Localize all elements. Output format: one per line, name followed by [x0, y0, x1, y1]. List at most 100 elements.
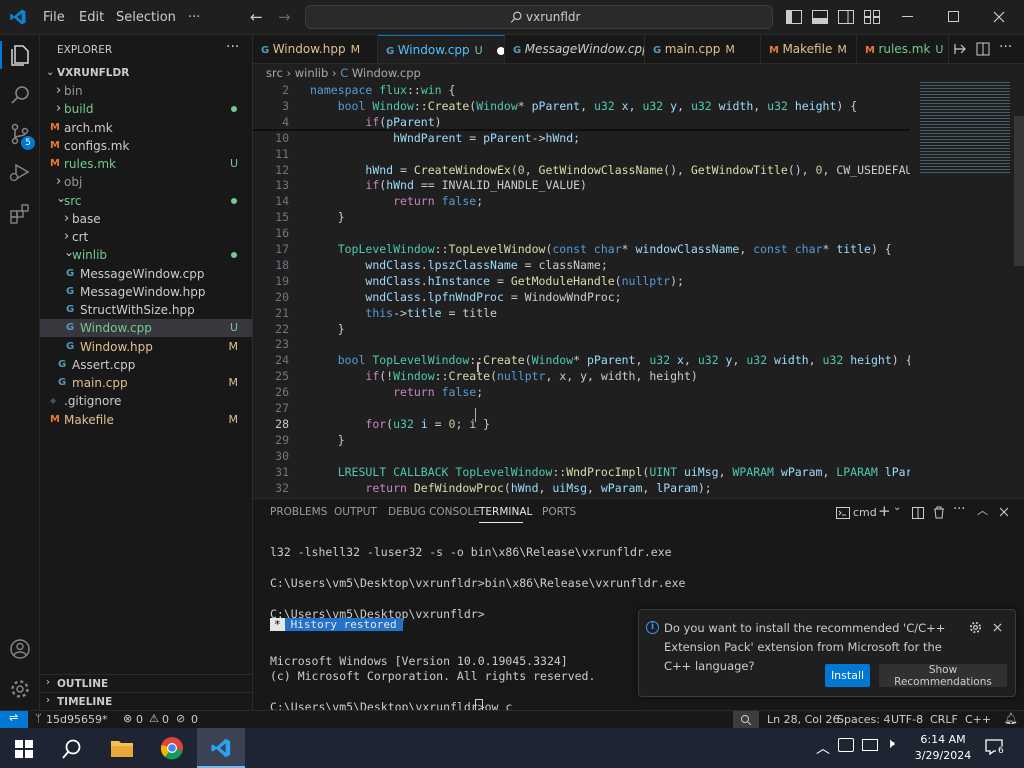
more-actions-icon[interactable]: ···	[226, 39, 239, 55]
run-debug-icon[interactable]	[9, 161, 31, 183]
code-area[interactable]: 2 namespace flux::win {3 bool Window::Cre…	[253, 82, 910, 498]
customize-layout-icon[interactable]	[864, 10, 880, 24]
toggle-secondary-sidebar-icon[interactable]	[838, 10, 854, 24]
trash-icon[interactable]	[933, 506, 945, 519]
panel-tab[interactable]: PROBLEMS	[270, 506, 327, 518]
scrollbar-thumb[interactable]	[1014, 116, 1024, 266]
menu-more[interactable]: ···	[188, 10, 200, 25]
tree-item[interactable]: G Window.hpp M	[40, 338, 252, 356]
command-center-search[interactable]: vxrunfldr	[305, 5, 773, 29]
shell-label[interactable]: cmd	[853, 506, 877, 519]
more-actions-icon[interactable]: ···	[999, 39, 1012, 55]
editor-tab[interactable]: M Makefile M	[761, 35, 857, 63]
tree-item[interactable]: M Makefile M	[40, 411, 252, 429]
close-icon[interactable]	[993, 623, 1002, 632]
menu-selection[interactable]: Selection	[116, 10, 176, 25]
file-explorer-icon[interactable]	[110, 738, 134, 758]
editor-tab[interactable]: G main.cpp M	[645, 35, 761, 63]
tree-item[interactable]: ⌄ src	[40, 191, 252, 210]
cursor-position[interactable]: Ln 28, Col 26	[767, 713, 840, 726]
workspace-root[interactable]: ⌄ VXRUNFLDR	[40, 64, 252, 82]
tree-item[interactable]: › base	[40, 210, 252, 228]
tree-item[interactable]: ◆ .gitignore	[40, 392, 252, 410]
line-ending[interactable]: CRLF	[930, 713, 958, 726]
close-icon[interactable]	[993, 11, 1005, 23]
remote-indicator[interactable]: ⇌	[0, 711, 28, 728]
gear-icon[interactable]	[969, 621, 982, 634]
language-mode[interactable]: C++	[965, 713, 991, 726]
minimap[interactable]	[910, 82, 1010, 498]
branch-label[interactable]: 15d95659*	[46, 713, 107, 726]
account-icon[interactable]	[9, 638, 31, 660]
warning-count[interactable]: 0	[162, 713, 169, 726]
bell-icon[interactable]: 🔔︎	[1004, 712, 1018, 725]
show-hidden-icons-icon[interactable]: ︿	[816, 738, 830, 758]
tree-item[interactable]: ⌄ winlib	[40, 245, 252, 264]
menu-file[interactable]: File	[43, 10, 65, 25]
back-arrow-icon[interactable]: ←	[250, 8, 263, 26]
panel-tab[interactable]: DEBUG CONSOLE	[388, 506, 480, 518]
editor-tab[interactable]: M rules.mk U	[857, 35, 949, 63]
tree-item[interactable]: G MessageWindow.cpp	[40, 265, 252, 283]
extensions-icon[interactable]	[9, 203, 31, 225]
settings-icon[interactable]	[9, 678, 31, 700]
ports-count[interactable]: 0	[191, 713, 198, 726]
show-recommendations-button[interactable]: Show Recommendations	[879, 664, 1007, 688]
network-icon[interactable]	[862, 739, 878, 751]
compare-changes-icon[interactable]	[953, 42, 967, 56]
encoding[interactable]: UTF-8	[891, 713, 923, 726]
forward-arrow-icon[interactable]: →	[278, 8, 291, 26]
split-editor-icon[interactable]	[976, 42, 990, 56]
tree-item[interactable]: G Assert.cpp	[40, 356, 252, 374]
breadcrumb-file[interactable]: Window.cpp	[352, 66, 421, 80]
taskbar-search-icon[interactable]	[61, 738, 83, 760]
tree-item[interactable]: Mconfigs.mk	[40, 137, 252, 155]
volume-icon[interactable]: 🕨︎	[886, 736, 895, 752]
search-icon[interactable]	[9, 84, 31, 106]
tree-item[interactable]: › build	[40, 100, 252, 118]
breadcrumb-winlib[interactable]: winlib	[295, 66, 329, 80]
more-actions-icon[interactable]: ···	[953, 502, 965, 517]
panel-tab[interactable]: PORTS	[542, 506, 576, 518]
toggle-sidebar-icon[interactable]	[786, 10, 802, 24]
tree-item[interactable]: › bin	[40, 82, 252, 100]
timeline-section[interactable]: › TIMELINE	[40, 692, 252, 710]
maximize-panel-icon[interactable]: ︿	[977, 502, 988, 518]
editor-tab[interactable]: G MessageWindow.cpp	[505, 35, 645, 63]
panel-tab[interactable]: OUTPUT	[334, 506, 377, 518]
breadcrumb-src[interactable]: src	[266, 66, 283, 80]
error-count[interactable]: 0	[136, 713, 143, 726]
clock-date[interactable]: 3/29/2024	[910, 749, 976, 762]
clock-time[interactable]: 6:14 AM	[918, 733, 968, 746]
split-terminal-icon[interactable]	[912, 507, 924, 519]
tree-item-label: MessageWindow.hpp	[80, 284, 206, 299]
chevron-down-icon[interactable]: ⌄	[893, 502, 901, 513]
editor-tab[interactable]: G Window.cpp U	[378, 35, 505, 63]
tree-item[interactable]: Gmain.cpp M	[40, 374, 252, 392]
new-terminal-icon[interactable]: +	[878, 502, 891, 520]
indentation[interactable]: Spaces: 4	[837, 713, 890, 726]
vscode-taskbar-button[interactable]	[197, 728, 245, 768]
panel-tab[interactable]: TERMINAL	[479, 506, 532, 518]
minimize-icon[interactable]	[902, 16, 913, 17]
zoom-indicator[interactable]	[733, 711, 759, 728]
tree-item[interactable]: Mrules.mk U	[40, 155, 252, 173]
vertical-scrollbar[interactable]	[1014, 82, 1024, 498]
outline-section[interactable]: › OUTLINE	[40, 674, 252, 692]
install-button[interactable]: Install	[825, 664, 870, 687]
close-panel-icon[interactable]	[999, 507, 1009, 517]
explorer-icon[interactable]	[9, 43, 31, 67]
tree-item[interactable]: March.mk	[40, 119, 252, 137]
menu-edit[interactable]: Edit	[79, 10, 104, 25]
unsaved-dot-icon[interactable]	[496, 46, 504, 55]
toggle-panel-icon[interactable]	[812, 10, 828, 24]
maximize-icon[interactable]	[948, 11, 959, 22]
tree-item[interactable]: › obj	[40, 173, 252, 191]
tree-item[interactable]: G Window.cpp U	[40, 319, 252, 338]
windows-start-icon[interactable]	[15, 740, 33, 758]
editor-tab[interactable]: G Window.hpp M	[253, 35, 378, 63]
tray-app-icon[interactable]	[838, 738, 854, 752]
tree-item[interactable]: G StructWithSize.hpp	[40, 301, 252, 319]
tree-item[interactable]: G MessageWindow.hpp	[40, 283, 252, 301]
chrome-icon[interactable]	[160, 736, 184, 760]
